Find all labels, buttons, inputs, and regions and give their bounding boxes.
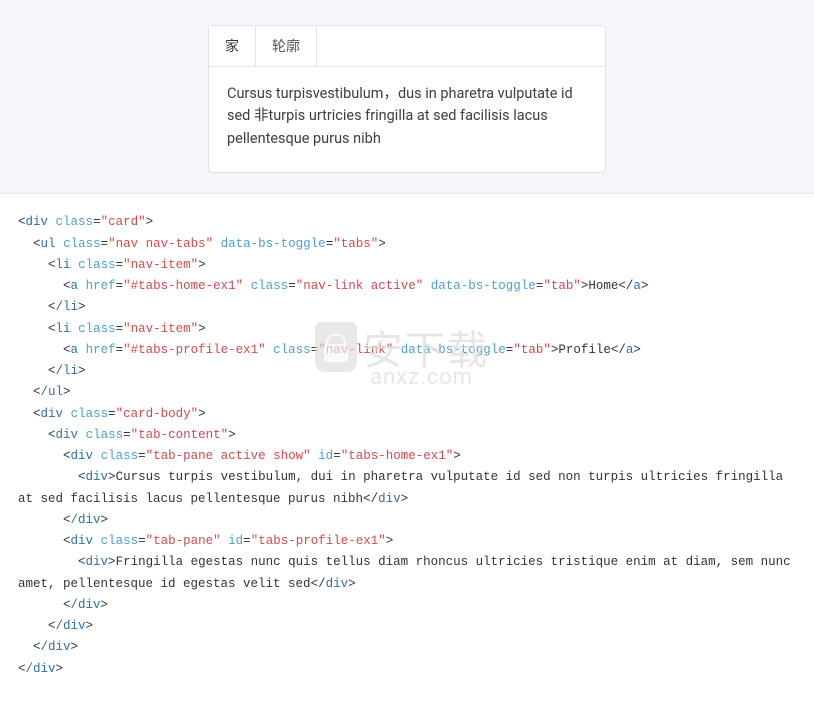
nav-tabs: 家 轮廓 [209,26,605,67]
demo-panel: 家 轮廓 Cursus turpisvestibulum，dus in phar… [0,0,814,193]
card: 家 轮廓 Cursus turpisvestibulum，dus in phar… [208,25,606,173]
card-body: Cursus turpisvestibulum，dus in pharetra … [209,67,605,172]
tab-profile[interactable]: 轮廓 [256,26,317,66]
tab-home[interactable]: 家 [209,26,256,66]
tab-content-text: Cursus turpisvestibulum，dus in pharetra … [227,83,587,150]
tab-home-link[interactable]: 家 [209,26,256,66]
tab-profile-link[interactable]: 轮廓 [256,26,317,66]
code-snippet: <div class="card"> <ul class="nav nav-ta… [0,193,814,704]
